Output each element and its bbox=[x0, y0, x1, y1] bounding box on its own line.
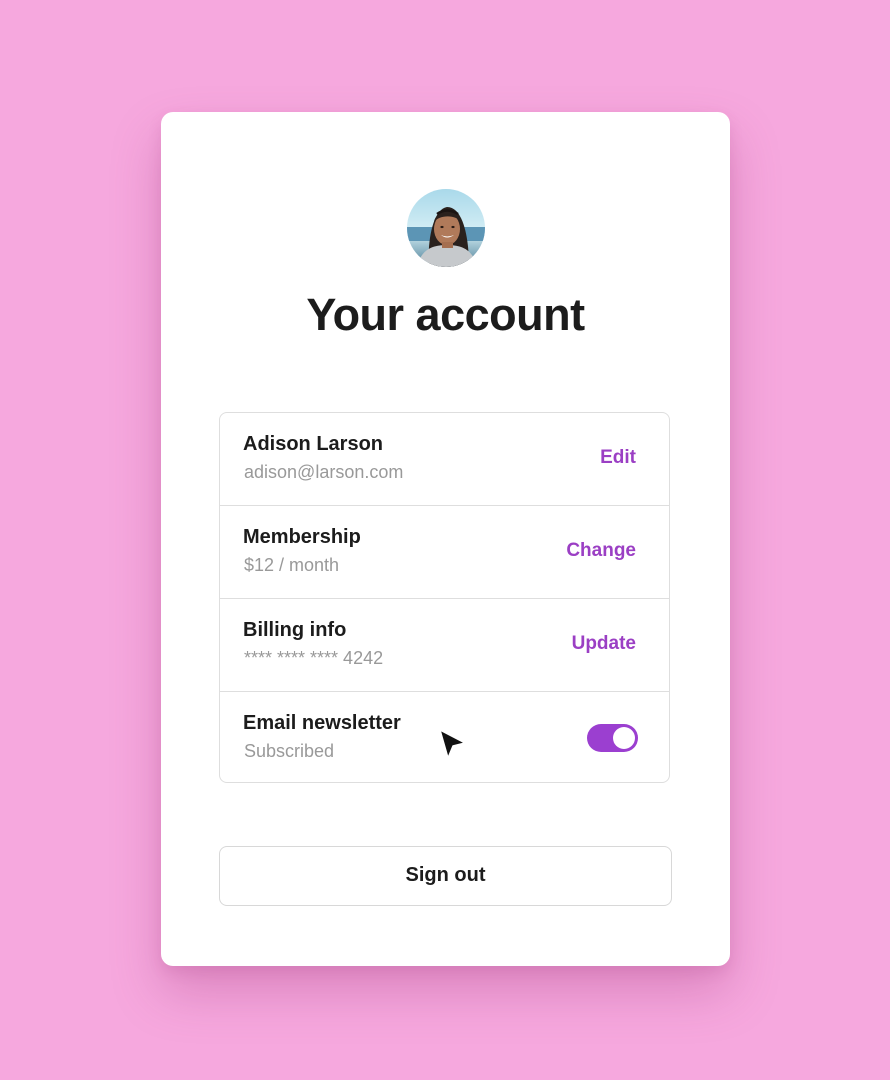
update-billing-link[interactable]: Update bbox=[572, 632, 636, 656]
profile-name: Adison Larson bbox=[243, 433, 384, 455]
membership-price: $12 / month bbox=[244, 555, 340, 575]
profile-email: adison@larson.com bbox=[244, 462, 404, 482]
list-item-membership: Membership $12 / month Change bbox=[220, 506, 669, 599]
toggle-knob bbox=[613, 727, 635, 749]
account-card: Your account Adison Larson adison@larson… bbox=[161, 112, 730, 966]
sign-out-button[interactable]: Sign out bbox=[219, 846, 672, 906]
page-title: Your account bbox=[306, 289, 585, 340]
newsletter-status: Subscribed bbox=[244, 741, 335, 761]
newsletter-toggle[interactable] bbox=[587, 724, 638, 752]
membership-label: Membership bbox=[243, 526, 361, 548]
billing-label: Billing info bbox=[243, 619, 347, 641]
list-item-profile: Adison Larson adison@larson.com Edit bbox=[220, 413, 669, 506]
billing-card-number: **** **** **** 4242 bbox=[244, 648, 384, 668]
newsletter-label: Email newsletter bbox=[243, 712, 401, 734]
mouse-pointer-icon bbox=[439, 729, 466, 759]
change-membership-link[interactable]: Change bbox=[566, 539, 636, 563]
avatar bbox=[407, 189, 485, 267]
avatar-photo-icon bbox=[407, 189, 485, 267]
list-item-billing: Billing info **** **** **** 4242 Update bbox=[220, 599, 669, 692]
edit-profile-link[interactable]: Edit bbox=[600, 446, 636, 470]
